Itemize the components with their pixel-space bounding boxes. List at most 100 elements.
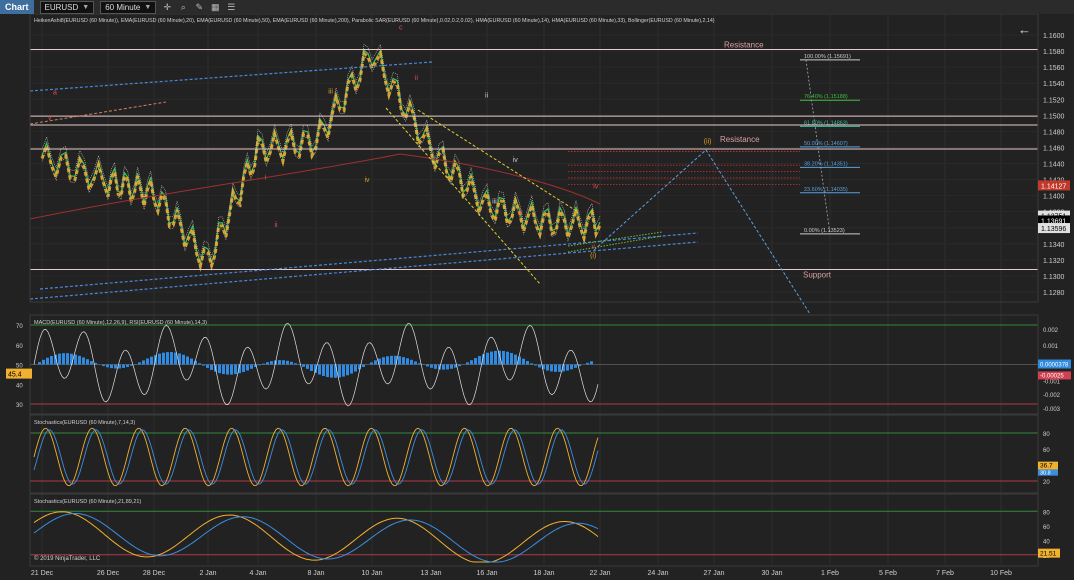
price-tick-label: 1.1540: [1043, 81, 1065, 88]
price-marker-label: 1.13596: [1041, 226, 1066, 233]
price-tick-label: 1.1520: [1043, 97, 1065, 104]
time-tick-label: 4 Jan: [249, 570, 266, 577]
price-tick-label: 1.1480: [1043, 129, 1065, 136]
wave-label: ii: [415, 75, 419, 82]
rsi-tick-label: 70: [16, 324, 23, 330]
macd-histogram-bar: [218, 364, 221, 374]
macd-histogram-bar: [158, 353, 161, 365]
rsi-tick-label: 30: [16, 403, 23, 409]
macd-histogram-bar: [178, 353, 181, 365]
wave-label: (ii): [704, 138, 712, 145]
pencil-icon[interactable]: ✎: [194, 2, 204, 12]
macd-histogram-bar: [370, 362, 373, 365]
macd-histogram-bar: [142, 360, 145, 365]
macd-histogram-bar: [354, 364, 357, 372]
macd-tick-label: 0.001: [1043, 344, 1059, 350]
price-tick-label: 1.1340: [1043, 242, 1065, 249]
stoch-fast-indicator-label: Stochastics(EURUSD (60 Minute),7,14,3): [34, 420, 135, 426]
instrument-selector[interactable]: EURUSD ▼: [39, 0, 95, 14]
price-tick-label: 1.1580: [1043, 49, 1065, 56]
macd-histogram-bar: [442, 364, 445, 370]
macd-histogram-bar: [342, 364, 345, 377]
macd-histogram-bar: [554, 364, 557, 372]
properties-icon[interactable]: ☰: [226, 2, 236, 12]
macd-histogram-bar: [110, 364, 113, 369]
chevron-down-icon: ▼: [144, 3, 152, 11]
zoom-icon[interactable]: ⌕: [178, 2, 188, 12]
macd-histogram-bar: [78, 355, 81, 365]
macd-histogram-bar: [230, 364, 233, 375]
macd-histogram-bar: [346, 364, 349, 376]
back-arrow-icon: ←: [1018, 22, 1031, 37]
resistance-label-top: Resistance: [724, 40, 764, 49]
macd-histogram-bar: [126, 364, 129, 368]
fib-level-label: 61.80% (1.14863): [804, 120, 848, 126]
price-tick-label: 1.1600: [1043, 33, 1065, 40]
chart-canvas[interactable]: 21 Dec 26 Dec 28 Dec 2 Jan 4 Jan 8 Jan 10 Jan 1…: [0, 14, 1074, 580]
interval-selector[interactable]: 60 Minute ▼: [100, 0, 157, 14]
wave-label: iv: [513, 157, 519, 164]
macd-histogram-bar: [114, 364, 117, 369]
wave-label: ii: [485, 93, 489, 100]
stoch-fast-tick-label: 80: [1043, 432, 1050, 438]
macd-histogram-bar: [198, 363, 201, 365]
crosshair-icon[interactable]: ✛: [162, 2, 172, 12]
macd-histogram-bar: [382, 357, 385, 365]
stoch-slow-tick-label: 60: [1043, 525, 1050, 531]
macd-histogram-bar: [478, 356, 481, 365]
macd-histogram-bar: [250, 364, 253, 369]
macd-histogram-bar: [170, 352, 173, 365]
fib-level-label: 50.00% (1.14607): [804, 141, 848, 147]
time-tick-label: 10 Jan: [361, 570, 382, 577]
rsi-tick-label: 40: [16, 383, 23, 389]
time-tick-label: 22 Jan: [589, 570, 610, 577]
macd-histogram-bar: [50, 355, 53, 365]
macd-histogram-bar: [102, 364, 105, 367]
macd-histogram-bar: [334, 364, 337, 378]
macd-histogram-bar: [138, 362, 141, 365]
macd-histogram-bar: [310, 364, 313, 371]
macd-tick-label: 0.002: [1043, 328, 1059, 334]
macd-histogram-bar: [434, 364, 437, 369]
wave-label: c: [399, 24, 403, 31]
macd-histogram-bar: [410, 359, 413, 365]
macd-histogram-bar: [514, 354, 517, 365]
time-tick-label: 13 Jan: [420, 570, 441, 577]
macd-histogram-bar: [586, 362, 589, 365]
macd-histogram-bar: [294, 363, 297, 365]
time-tick-label: 21 Dec: [31, 570, 54, 577]
grid-icon[interactable]: ▦: [210, 2, 220, 12]
macd-histogram-bar: [546, 364, 549, 371]
stoch-slow-tick-label: 40: [1043, 539, 1050, 545]
wave-label: iv: [593, 183, 599, 190]
macd-tick-label: -0.001: [1043, 379, 1061, 385]
macd-histogram-bar: [262, 363, 265, 365]
macd-histogram-bar: [494, 350, 497, 365]
macd-histogram-bar: [242, 364, 245, 373]
fib-level-label: 0.00% (1.13523): [804, 228, 845, 234]
time-tick-label: 18 Jan: [533, 570, 554, 577]
macd-histogram-bar: [42, 359, 45, 365]
macd-histogram-bar: [402, 357, 405, 365]
macd-histogram-bar: [566, 364, 569, 371]
macd-histogram-bar: [66, 353, 69, 365]
wave-label: iii: [518, 210, 523, 217]
wave-label: iii: [492, 199, 497, 206]
macd-histogram-bar: [86, 359, 89, 365]
macd-histogram-bar: [210, 364, 213, 370]
fib-level-label: 23.60% (1.14035): [804, 187, 848, 193]
macd-histogram-bar: [266, 362, 269, 365]
macd-histogram-bar: [302, 364, 305, 367]
chart-tab[interactable]: Chart: [0, 0, 34, 14]
price-tick-label: 1.1300: [1043, 274, 1065, 281]
interval-value: 60 Minute: [105, 2, 141, 12]
macd-histogram-bar: [350, 364, 353, 374]
time-tick-label: 28 Dec: [143, 570, 166, 577]
time-tick-label: 27 Jan: [703, 570, 724, 577]
macd-histogram-bar: [278, 360, 281, 365]
macd-histogram-bar: [570, 364, 573, 370]
stoch-fast-tick-label: 20: [1043, 480, 1050, 486]
macd-histogram-bar: [150, 356, 153, 365]
macd-histogram-bar: [290, 361, 293, 365]
macd-indicator-label: MACD(EURUSD (60 Minute),12,26,9), RSI(EU…: [34, 320, 207, 326]
